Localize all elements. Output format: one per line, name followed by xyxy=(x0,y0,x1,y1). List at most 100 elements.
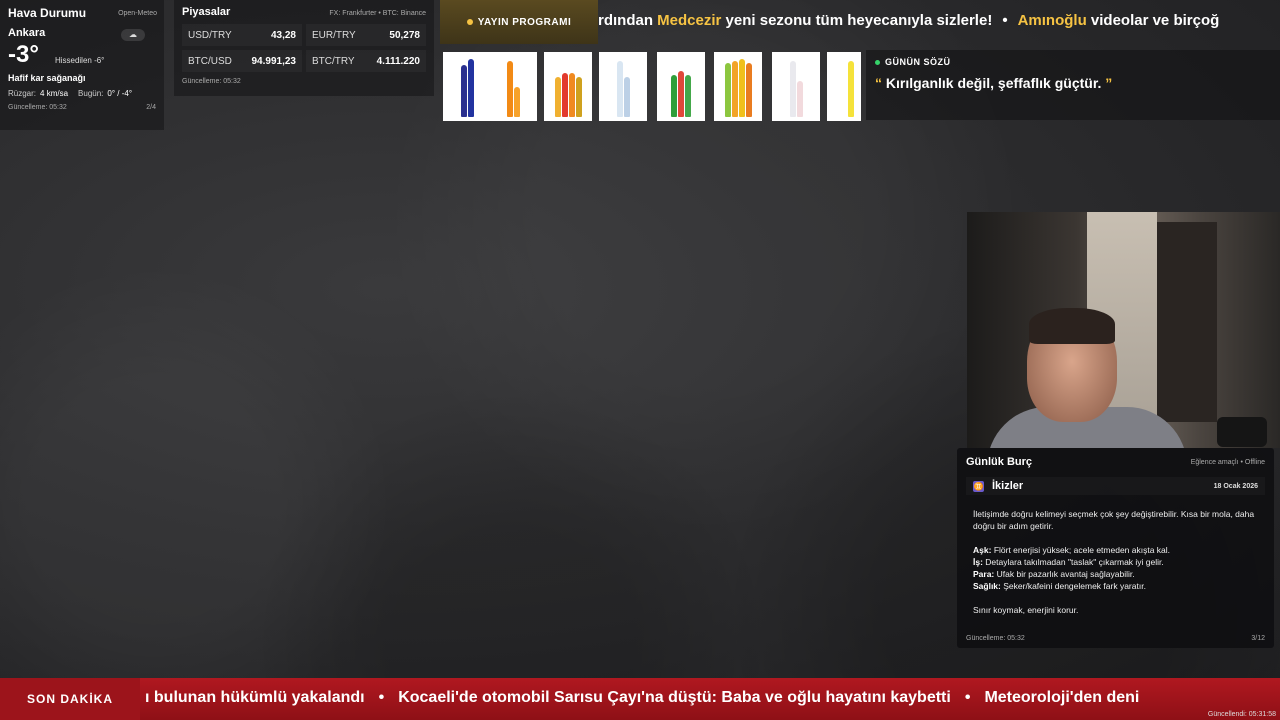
weather-page: 2/4 xyxy=(146,104,156,111)
bottle-icon xyxy=(506,61,513,117)
horoscope-source: Eğlence amaçlı • Offline xyxy=(1190,459,1265,466)
breaking-news-updated: Güncellendi: 05:31:58 xyxy=(1207,711,1276,718)
breaking-news-bar: SON DAKİKA ı bulunan hükümlü yakalandı • K… xyxy=(0,678,1280,720)
weather-feels-like: Hissedilen -6° xyxy=(54,56,105,65)
bottle-icon xyxy=(738,59,745,117)
today-label: Bugün: xyxy=(78,89,104,98)
horoscope-page: 3/12 xyxy=(1251,635,1265,642)
wind-label: Rüzgar: xyxy=(8,89,37,98)
bottle-icon xyxy=(796,81,803,117)
horoscope-line-label: İş: xyxy=(973,557,983,567)
quote-close-mark: ” xyxy=(1105,75,1113,91)
today-value: 0° / -4° xyxy=(107,89,133,98)
weather-temperature: -3° xyxy=(8,41,39,68)
product-image xyxy=(599,52,647,121)
horoscope-line: İş: Detaylara takılmadan "taslak" çıkarm… xyxy=(973,556,1258,568)
ticker-segment: videolar ve birçoğ xyxy=(1086,12,1220,29)
product-image xyxy=(772,52,820,121)
broadcast-ticker: YAYIN PROGRAMI rdından Medcezir yeni sez… xyxy=(438,0,1280,44)
bottle-icon xyxy=(568,73,575,117)
bottle-icon xyxy=(467,59,474,117)
bottle-icon xyxy=(731,61,738,117)
rate-usd-try: USD/TRY 43,28 xyxy=(182,24,302,46)
horoscope-body: İletişimde doğru kelimeyi seçmek çok şey… xyxy=(966,501,1265,623)
product-image xyxy=(827,52,861,121)
product-image xyxy=(443,52,491,121)
quote-text-row: “ Kırılganlık değil, şeffaflık güçtür. ” xyxy=(875,75,1271,91)
rate-label: USD/TRY xyxy=(188,29,232,41)
weather-widget: Hava Durumu Open-Meteo Ankara ☁ -3° Hiss… xyxy=(0,0,164,130)
product-strip xyxy=(443,52,861,122)
horoscope-line: Sağlık: Şeker/kafeini dengelemek fark ya… xyxy=(973,580,1258,592)
rate-btc-usd: BTC/USD 94.991,23 xyxy=(182,50,302,72)
webcam-feed xyxy=(967,212,1280,448)
bottle-icon xyxy=(513,87,520,117)
rate-label: BTC/USD xyxy=(188,55,232,67)
bottle-icon xyxy=(554,77,561,117)
horoscope-sign-row: ♊ İkizler 18 Ocak 2026 xyxy=(966,477,1265,495)
horoscope-line-text: Şeker/kafeini dengelemek fark yaratır. xyxy=(1003,581,1146,591)
bottle-icon xyxy=(724,63,731,117)
quote-of-the-day: GÜNÜN SÖZÜ “ Kırılganlık değil, şeffaflı… xyxy=(866,50,1280,120)
horoscope-updated: Güncelleme: 05:32 xyxy=(966,635,1025,642)
horoscope-sign: İkizler xyxy=(992,480,1024,492)
horoscope-date: 18 Ocak 2026 xyxy=(1213,482,1258,490)
ticker-highlight: Medcezir xyxy=(657,12,722,29)
markets-widget: Piyasalar FX: Frankfurter • BTC: Binance… xyxy=(174,0,434,96)
product-image xyxy=(714,52,762,121)
live-dot-icon xyxy=(875,59,880,65)
horoscope-line-label: Sağlık: xyxy=(973,581,1001,591)
rate-value: 4.111.220 xyxy=(376,55,420,67)
weather-updated: Güncelleme: 05:32 xyxy=(8,104,67,111)
horoscope-closing: Sınır koymak, enerjini korur. xyxy=(973,605,1079,615)
horoscope-line-text: Flört enerjisi yüksek; acele etmeden akı… xyxy=(993,545,1171,555)
ticker-highlight: Amınoğlu xyxy=(1017,12,1087,29)
bottle-icon xyxy=(575,77,582,117)
live-dot-icon xyxy=(466,19,473,25)
weather-condition: Hafif kar sağanağı xyxy=(8,73,86,83)
markets-updated: Güncelleme: 05:32 xyxy=(182,78,241,85)
markets-source: FX: Frankfurter • BTC: Binance xyxy=(329,10,426,17)
weather-source: Open-Meteo xyxy=(118,10,157,17)
quote-open-mark: “ xyxy=(875,75,882,91)
quote-text: Kırılganlık değil, şeffaflık güçtür. xyxy=(885,75,1102,91)
bottle-icon xyxy=(685,75,691,117)
horoscope-line-label: Aşk: xyxy=(973,545,992,555)
news-separator: • xyxy=(378,689,385,706)
rate-label: EUR/TRY xyxy=(312,29,356,41)
breaking-news-label: SON DAKİKA xyxy=(0,678,140,720)
rate-btc-try: BTC/TRY 4.111.220 xyxy=(306,50,426,72)
rate-value: 94.991,23 xyxy=(251,55,297,67)
horoscope-line-text: Detaylara takılmadan "taslak" çıkarmak i… xyxy=(985,557,1164,567)
broadcast-ticker-text: rdından Medcezir yeni sezonu tüm heyecan… xyxy=(598,12,1219,29)
gemini-icon: ♊ xyxy=(973,480,984,492)
product-image xyxy=(544,52,592,121)
ticker-separator: • xyxy=(1002,12,1008,29)
quote-label: GÜNÜN SÖZÜ xyxy=(885,57,951,67)
horoscope-widget: Günlük Burç Eğlence amaçlı • Offline ♊ İ… xyxy=(957,448,1274,648)
bottle-icon xyxy=(561,73,568,117)
news-item: Kocaeli'de otomobil Sarısu Çayı'na düştü… xyxy=(398,689,951,706)
bottle-icon xyxy=(460,65,467,117)
bottle-icon xyxy=(745,63,752,117)
product-image xyxy=(489,52,537,121)
rate-value: 50,278 xyxy=(389,29,420,41)
horoscope-line-label: Para: xyxy=(973,569,995,579)
rate-eur-try: EUR/TRY 50,278 xyxy=(306,24,426,46)
breaking-news-ticker: ı bulunan hükümlü yakalandı • Kocaeli'de o… xyxy=(145,689,1139,707)
bottle-icon xyxy=(616,61,623,117)
broadcast-schedule-label: YAYIN PROGRAMI xyxy=(440,0,598,44)
microphone-icon xyxy=(1217,417,1267,447)
webcam-background xyxy=(1157,222,1217,422)
horoscope-line: Aşk: Flört enerjisi yüksek; acele etmede… xyxy=(973,544,1258,556)
bottle-icon xyxy=(848,61,854,117)
horoscope-line-text: Ufak bir pazarlık avantaj sağlayabilir. xyxy=(996,569,1135,579)
bottle-icon xyxy=(678,71,684,117)
broadcast-label-text: YAYIN PROGRAMI xyxy=(477,16,572,28)
rate-label: BTC/TRY xyxy=(312,55,355,67)
news-separator: • xyxy=(964,689,971,706)
news-item: Meteoroloji'den deni xyxy=(984,689,1140,706)
bottle-icon xyxy=(671,75,677,117)
ticker-segment: rdından xyxy=(598,12,658,29)
ticker-segment: yeni sezonu tüm heyecanıyla sizlerle! xyxy=(721,12,993,29)
